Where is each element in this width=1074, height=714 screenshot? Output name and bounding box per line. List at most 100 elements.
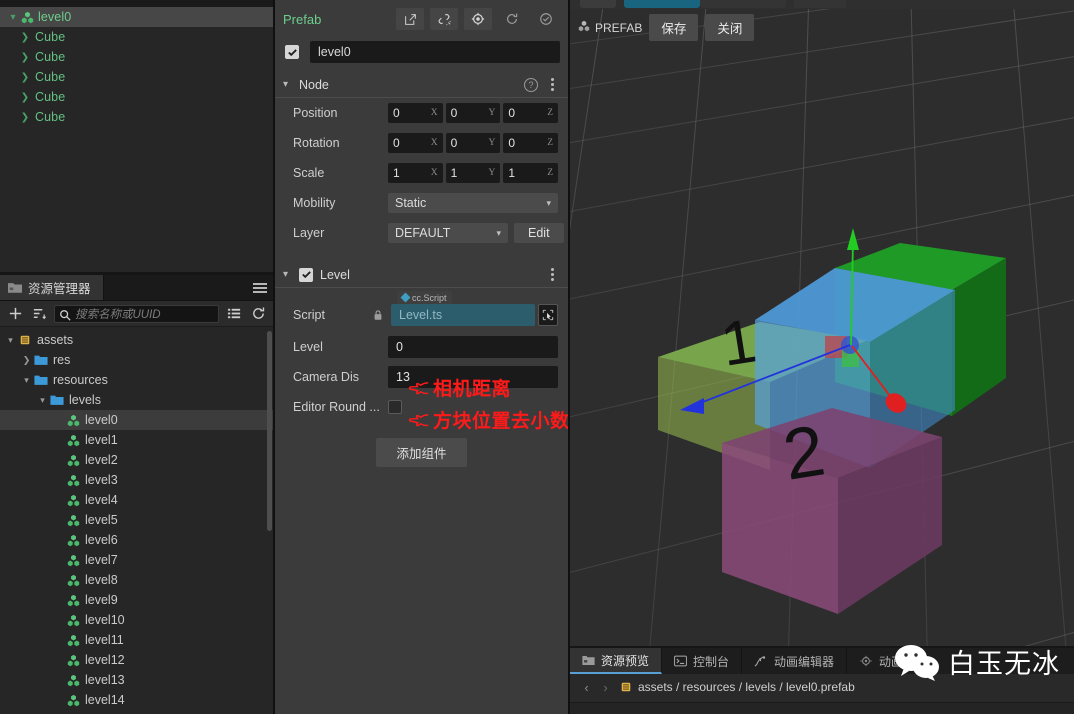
level-section-header[interactable]: ▾ Level [275,262,568,288]
scale-z-input[interactable]: 1Z [503,163,559,183]
asset-row[interactable]: level11 [0,630,273,650]
chevron-right-icon[interactable]: › [599,680,612,695]
kebab-icon[interactable] [546,268,558,281]
assets-tree[interactable]: ▾ assets ❯ res ▾ resources ▾ levels level0 level1… [0,327,273,714]
chevron-left-icon[interactable]: ‹ [580,680,593,695]
chevron-right-icon[interactable]: ❯ [18,112,32,123]
scale-x-input[interactable]: 1X [388,163,443,183]
chevron-right-icon[interactable]: ❯ [20,355,33,366]
script-input[interactable]: Level.ts [391,304,535,326]
rotation-x-input[interactable]: 0X [388,133,443,153]
help-icon[interactable]: ? [524,77,538,92]
mobility-select[interactable]: Static ▾ [388,193,558,213]
asset-row[interactable]: level5 [0,510,273,530]
rotation-z-input[interactable]: 0Z [503,133,559,153]
assets-scrollbar[interactable] [267,331,272,531]
tab-asset-manager[interactable]: 资源管理器 [0,275,104,300]
asset-row[interactable]: ▾ assets [0,330,273,350]
chevron-right-icon[interactable]: ❯ [18,32,32,43]
chevron-right-icon[interactable]: ❯ [18,92,32,103]
toolbar-button[interactable] [580,0,616,8]
hierarchy-panel[interactable]: ▾ level0 ❯ Cube ❯ Cube ❯ Cube ❯ Cube ❯ Cube [0,0,273,275]
asset-row[interactable]: level3 [0,470,273,490]
prefab-close-button[interactable]: 关闭 [705,14,755,41]
camera-dis-input[interactable]: 13 [388,366,558,388]
kebab-icon[interactable] [546,78,558,91]
check-circle-icon[interactable] [532,8,560,30]
viewport-toolbar-strip[interactable] [570,0,1074,9]
node-enabled-checkbox[interactable] [285,45,299,59]
toolbar-button-extra[interactable] [794,0,846,8]
asset-row[interactable]: level2 [0,450,273,470]
prefab-icon [65,534,81,547]
asset-row-label: level14 [85,693,125,707]
bottom-tab-1[interactable]: 控制台 [662,648,743,674]
asset-row[interactable]: ▾ levels [0,390,273,410]
asset-row[interactable]: level1 [0,430,273,450]
list-view-icon[interactable] [225,305,243,323]
asset-row[interactable]: ▾ resources [0,370,273,390]
position-z-input[interactable]: 0Z [503,103,559,123]
sort-icon[interactable] [30,305,48,323]
asset-row[interactable]: level7 [0,550,273,570]
chevron-down-icon[interactable]: ▾ [36,395,49,406]
pick-cursor-icon[interactable] [538,304,558,326]
chevron-down-icon[interactable]: ▾ [283,269,297,280]
search-input[interactable]: 搜索名称或UUID [54,304,219,323]
prefab-save-button[interactable]: 保存 [649,14,699,41]
inspector-panel[interactable]: Prefab level0 ▾ Node ? Position 0 X 0 Y … [275,0,570,714]
edit-external-icon[interactable] [396,8,424,30]
add-component-button[interactable]: 添加组件 [376,438,467,467]
hierarchy-node-cube[interactable]: ❯ Cube [0,107,273,127]
asset-row[interactable]: level10 [0,610,273,630]
hamburger-icon[interactable] [247,275,273,300]
plus-icon[interactable] [6,305,24,323]
refresh-icon[interactable] [249,305,267,323]
hierarchy-node-cube[interactable]: ❯ Cube [0,27,273,47]
asset-row[interactable]: level13 [0,670,273,690]
hierarchy-node-label: Cube [35,90,66,104]
chevron-down-icon[interactable]: ▾ [4,335,17,346]
position-y-input[interactable]: 0Y [445,103,501,123]
asset-row[interactable]: level9 [0,590,273,610]
asset-row[interactable]: ❯ res [0,350,273,370]
asset-row[interactable]: level0 [0,410,273,430]
bottom-tab-0[interactable]: 资源预览 [570,648,663,674]
scene-viewport[interactable]: 1 2 PREFAB 保存 关闭 资源预览 控制台 动画编辑器 动画 ‹ › a… [570,0,1074,714]
asset-row[interactable]: level14 [0,690,273,710]
hierarchy-node-cube[interactable]: ❯ Cube [0,87,273,107]
hierarchy-node-cube[interactable]: ❯ Cube [0,67,273,87]
refresh-icon[interactable] [498,8,526,30]
asset-row[interactable]: level12 [0,650,273,670]
chevron-down-icon[interactable]: ▾ [283,79,297,90]
bottom-tab-label: 控制台 [693,654,730,669]
level-enabled-checkbox[interactable] [299,267,313,282]
locate-target-icon[interactable] [464,8,492,30]
bottom-tab-2[interactable]: 动画编辑器 [742,648,848,674]
chevron-down-icon[interactable]: ▾ [6,12,20,23]
asset-row[interactable]: level4 [0,490,273,510]
hierarchy-node-level0[interactable]: ▾ level0 [0,7,273,27]
asset-row-label: level5 [85,513,118,527]
breadcrumb-path[interactable]: assets / resources / levels / level0.pre… [638,680,855,694]
assets-panel[interactable]: 资源管理器 搜索名称或UUID ▾ assets ❯ res ▾ resourc… [0,275,273,714]
toolbar-button-group[interactable] [700,0,786,8]
chevron-right-icon[interactable]: ❯ [18,72,32,83]
rotation-y-input[interactable]: 0Y [445,133,501,153]
scene-objects[interactable]: 1 2 [570,0,1074,714]
unlink-prefab-icon[interactable] [430,8,458,30]
chevron-right-icon[interactable]: ❯ [18,52,32,63]
scale-y-input[interactable]: 1Y [445,163,501,183]
hierarchy-node-cube[interactable]: ❯ Cube [0,47,273,67]
asset-row[interactable]: level6 [0,530,273,550]
node-name-input[interactable]: level0 [310,41,560,63]
layer-select[interactable]: DEFAULT ▾ [388,223,508,243]
asset-row[interactable]: level8 [0,570,273,590]
toolbar-button-active[interactable] [624,0,700,8]
node-section-header[interactable]: ▾ Node ? [275,72,568,98]
position-x-input[interactable]: 0X [388,103,443,123]
editor-round-checkbox[interactable] [388,400,402,414]
chevron-down-icon[interactable]: ▾ [20,375,33,386]
level-value-input[interactable]: 0 [388,336,558,358]
layer-edit-button[interactable]: Edit [514,223,564,243]
